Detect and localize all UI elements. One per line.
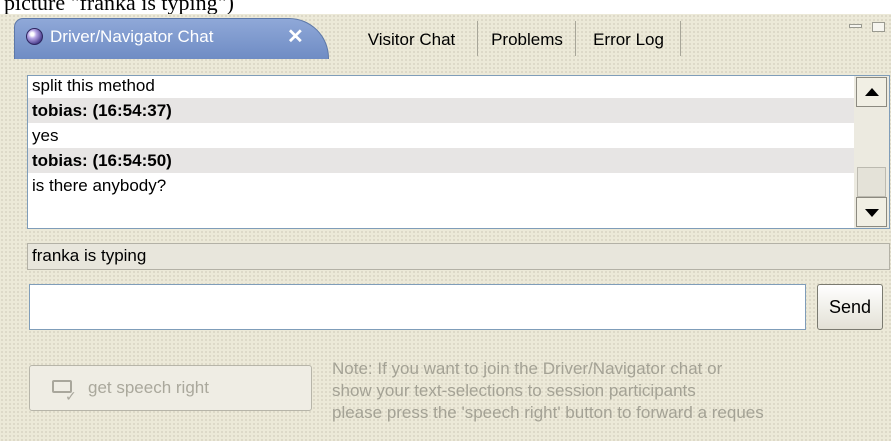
tab-problems[interactable]: Problems <box>479 21 576 56</box>
message-input[interactable] <box>29 284 806 330</box>
tab-label: Driver/Navigator Chat <box>50 27 214 46</box>
chat-message-header: tobias: (16:54:50) <box>28 148 856 173</box>
tab-error-log[interactable]: Error Log <box>577 21 681 56</box>
collaboration-globe-icon <box>26 28 43 45</box>
vertical-scrollbar[interactable] <box>854 76 889 228</box>
arrow-down-icon <box>865 209 879 217</box>
maximize-icon[interactable] <box>872 22 885 32</box>
speech-button-label: get speech right <box>88 378 209 397</box>
chat-message-header: tobias: (16:54:37) <box>28 98 856 123</box>
chat-message: yes <box>32 126 59 145</box>
scroll-up-button[interactable] <box>856 77 887 107</box>
tab-label: Visitor Chat <box>367 30 456 49</box>
get-speech-right-button[interactable]: ✓ get speech right <box>29 365 312 411</box>
chat-history[interactable]: split this method tobias: (16:54:37) yes… <box>27 75 890 229</box>
note-line: show your text-selections to session par… <box>332 381 696 400</box>
minimize-icon[interactable] <box>849 24 862 28</box>
chat-message: is there anybody? <box>32 176 167 195</box>
note-line: please press the 'speech right' button t… <box>332 403 764 422</box>
tab-label: Error Log <box>593 30 664 49</box>
chat-lines: split this method tobias: (16:54:37) yes… <box>28 76 856 198</box>
scroll-down-button[interactable] <box>856 197 887 227</box>
arrow-up-icon <box>865 88 879 96</box>
note-line: Note: If you want to join the Driver/Nav… <box>332 359 723 378</box>
chat-message: split this method <box>32 76 155 95</box>
tab-label: Problems <box>491 30 563 49</box>
document-caption-fragment: picture "franka is typing") <box>0 0 891 14</box>
tab-driver-navigator-chat[interactable]: Driver/Navigator Chat ✕ <box>14 18 329 59</box>
caption-text: picture "franka is typing") <box>4 0 234 14</box>
speech-note: Note: If you want to join the Driver/Nav… <box>332 358 891 424</box>
check-icon: ✓ <box>65 389 77 405</box>
chat-view-panel: Driver/Navigator Chat ✕ Visitor Chat Pro… <box>0 14 891 441</box>
scroll-thumb[interactable] <box>857 167 886 197</box>
typing-status: franka is typing <box>27 243 890 270</box>
close-tab-icon[interactable]: ✕ <box>287 24 304 49</box>
send-button[interactable]: Send <box>817 284 883 330</box>
tab-visitor-chat[interactable]: Visitor Chat <box>346 21 478 56</box>
tab-bar: Driver/Navigator Chat ✕ Visitor Chat Pro… <box>0 14 891 59</box>
